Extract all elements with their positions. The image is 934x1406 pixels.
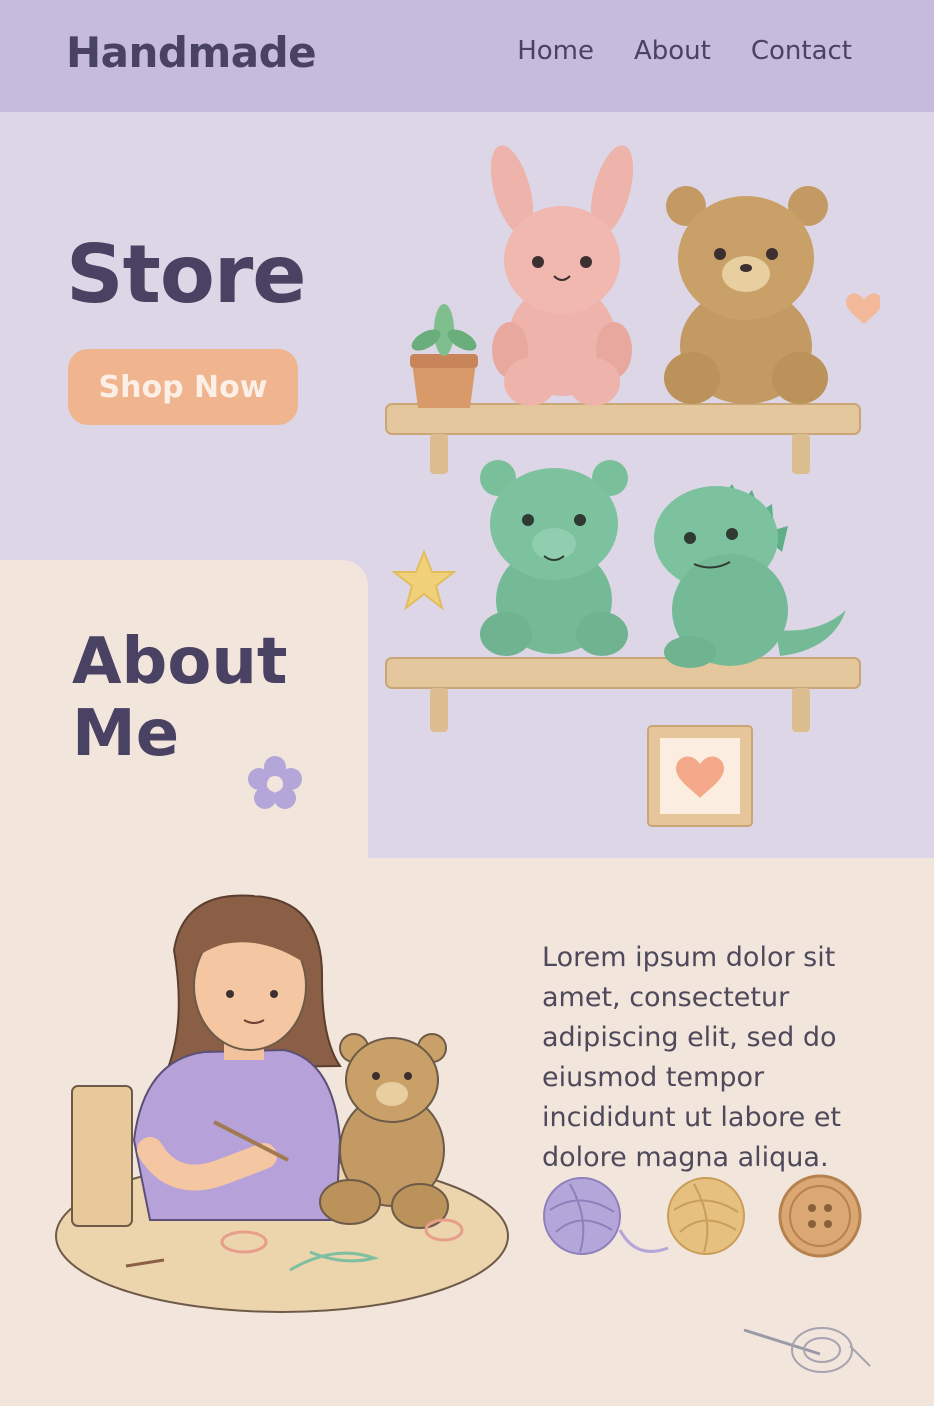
needle-thread-icon bbox=[743, 1327, 871, 1373]
about-paragraph: Lorem ipsum dolor sit amet, consectetur … bbox=[542, 942, 842, 1173]
yarn-ball-icon bbox=[667, 1177, 745, 1255]
flower-icon bbox=[248, 756, 302, 809]
chair bbox=[71, 1085, 133, 1227]
star-icon bbox=[391, 549, 457, 611]
bunny-plush bbox=[490, 145, 634, 406]
framed-heart-picture bbox=[647, 725, 753, 827]
nav-contact[interactable]: Contact bbox=[751, 36, 852, 66]
brand-logo[interactable]: Handmade bbox=[66, 28, 317, 77]
main-nav: Home About Contact bbox=[517, 36, 852, 66]
button-icon bbox=[778, 1174, 862, 1258]
shelf-illustration bbox=[385, 145, 880, 827]
shop-now-button[interactable]: Shop Now bbox=[68, 349, 298, 425]
bottom-shelf bbox=[385, 657, 861, 732]
green-bear-plush bbox=[480, 460, 628, 656]
about-title: About Me bbox=[72, 625, 288, 771]
nav-home[interactable]: Home bbox=[517, 36, 594, 66]
dino-plush bbox=[654, 484, 846, 668]
hero-title: Store bbox=[66, 228, 307, 321]
crafter-illustration bbox=[55, 894, 509, 1313]
yarn-balls-row bbox=[543, 1174, 862, 1258]
bear-plush bbox=[664, 186, 828, 404]
top-shelf bbox=[385, 403, 861, 474]
heart-icon bbox=[846, 293, 880, 324]
yarn-ball-icon bbox=[543, 1177, 669, 1255]
potted-plant-icon bbox=[410, 304, 478, 408]
nav-about[interactable]: About bbox=[634, 36, 711, 66]
header: Handmade Home About Contact bbox=[0, 0, 934, 112]
